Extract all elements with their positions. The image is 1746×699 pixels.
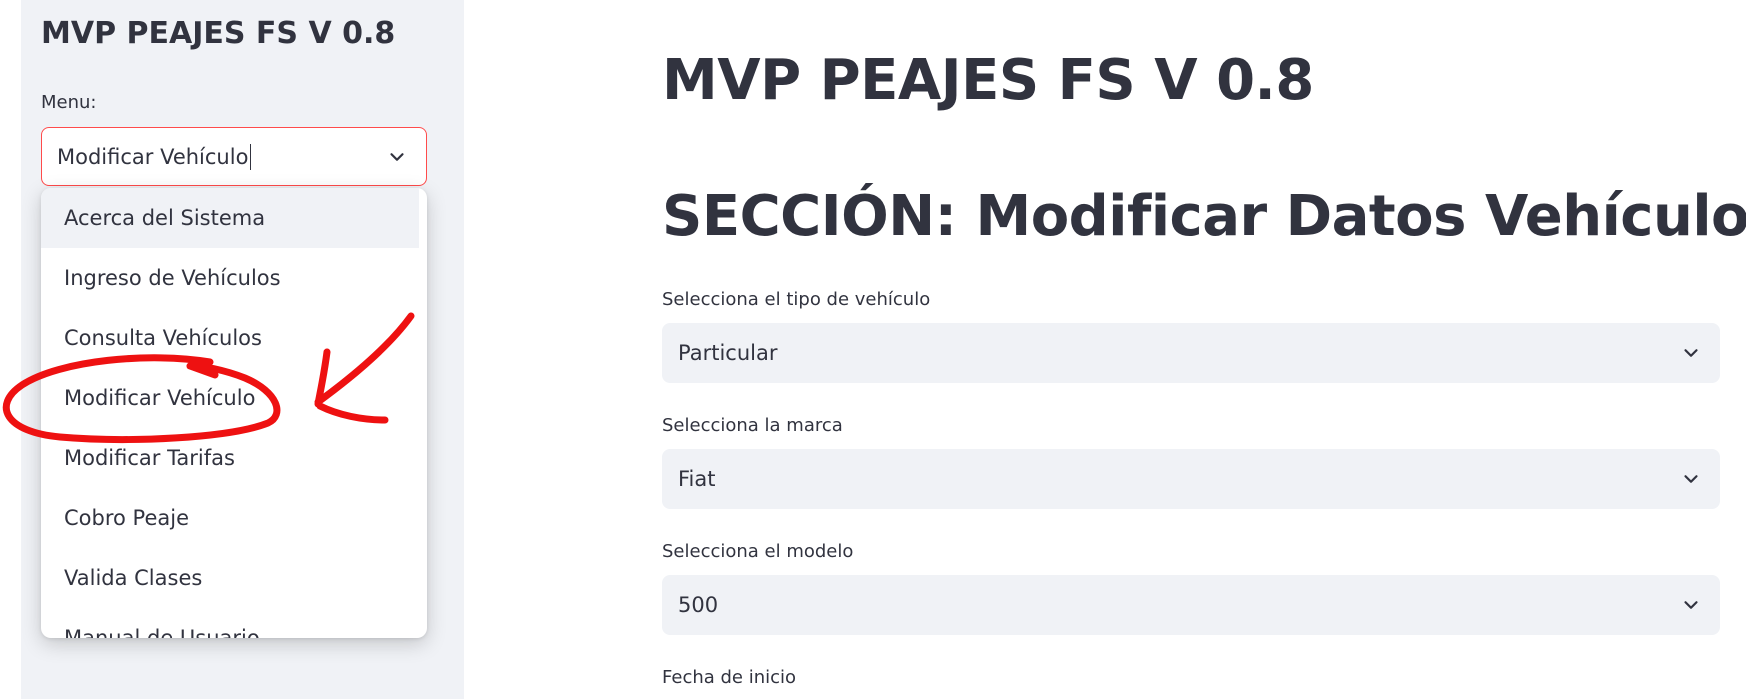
menu-option-cobro-peaje[interactable]: Cobro Peaje (41, 488, 427, 548)
marca-value: Fiat (678, 467, 716, 491)
tipo-vehiculo-select[interactable]: Particular (662, 323, 1720, 383)
tipo-vehiculo-label: Selecciona el tipo de vehículo (662, 289, 931, 310)
sidebar: MVP PEAJES FS V 0.8 Menu: Modificar Vehí… (21, 0, 464, 699)
page-title: MVP PEAJES FS V 0.8 (662, 48, 1314, 113)
menu-option-modificar-tarifas[interactable]: Modificar Tarifas (41, 428, 427, 488)
menu-option-consulta[interactable]: Consulta Vehículos (41, 308, 427, 368)
fecha-inicio-label: Fecha de inicio (662, 667, 797, 688)
chevron-down-icon[interactable] (1680, 342, 1702, 364)
marca-label: Selecciona la marca (662, 415, 843, 436)
modelo-select[interactable]: 500 (662, 575, 1720, 635)
sidebar-title: MVP PEAJES FS V 0.8 (41, 16, 396, 51)
modelo-value: 500 (678, 593, 719, 617)
text-cursor (250, 143, 252, 170)
menu-label: Menu: (41, 92, 97, 113)
section-title: SECCIÓN: Modificar Datos Vehículo (662, 184, 1746, 249)
menu-option-manual[interactable]: Manual de Usuario (41, 608, 427, 638)
menu-option-acerca[interactable]: Acerca del Sistema (41, 188, 419, 248)
chevron-down-icon[interactable] (1680, 594, 1702, 616)
tipo-vehiculo-value: Particular (678, 341, 778, 365)
menu-option-ingreso[interactable]: Ingreso de Vehículos (41, 248, 427, 308)
menu-dropdown: Acerca del Sistema Ingreso de Vehículos … (41, 188, 427, 638)
chevron-down-icon[interactable] (386, 146, 408, 168)
menu-option-valida-clases[interactable]: Valida Clases (41, 548, 427, 608)
chevron-down-icon[interactable] (1680, 468, 1702, 490)
modelo-label: Selecciona el modelo (662, 541, 854, 562)
menu-select-value: Modificar Vehículo (57, 144, 249, 169)
menu-option-modificar-vehiculo[interactable]: Modificar Vehículo (41, 368, 427, 428)
marca-select[interactable]: Fiat (662, 449, 1720, 509)
menu-select[interactable]: Modificar Vehículo (41, 127, 427, 186)
